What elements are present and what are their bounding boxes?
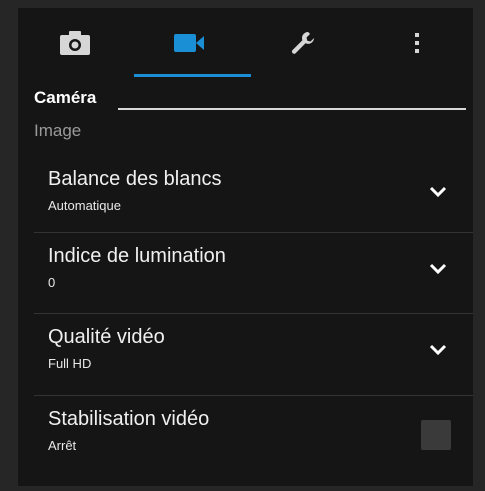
setting-video-stabilization[interactable]: Stabilisation vidéo Arrêt <box>18 396 473 476</box>
chevron-down-icon[interactable] <box>429 263 447 275</box>
stabilization-checkbox[interactable] <box>421 420 451 450</box>
tab-more[interactable] <box>360 8 473 78</box>
tab-photo[interactable] <box>18 8 132 78</box>
tab-settings[interactable] <box>246 8 360 78</box>
screen-frame: Caméra Image Balance des blancs Automati… <box>0 0 485 491</box>
tab-bar <box>18 8 473 78</box>
more-vertical-icon <box>415 33 419 53</box>
active-tab-indicator <box>134 74 251 77</box>
setting-value: 0 <box>48 275 56 290</box>
setting-value: Arrêt <box>48 438 77 453</box>
setting-video-quality[interactable]: Qualité vidéo Full HD <box>18 314 473 394</box>
setting-title: Qualité vidéo <box>48 326 165 348</box>
setting-title: Balance des blancs <box>48 168 222 190</box>
setting-value: Full HD <box>48 356 92 371</box>
tab-video[interactable] <box>132 8 246 78</box>
section-underline <box>118 108 466 110</box>
settings-panel: Caméra Image Balance des blancs Automati… <box>18 8 473 486</box>
setting-value: Automatique <box>48 198 121 213</box>
chevron-down-icon[interactable] <box>429 344 447 356</box>
setting-exposure-index[interactable]: Indice de lumination 0 <box>18 233 473 312</box>
section-title: Caméra <box>34 88 97 107</box>
group-label: Image <box>34 121 82 140</box>
setting-title: Stabilisation vidéo <box>48 408 210 430</box>
camera-icon <box>60 31 90 55</box>
wrench-icon <box>291 31 314 54</box>
chevron-down-icon[interactable] <box>429 186 447 198</box>
setting-white-balance[interactable]: Balance des blancs Automatique <box>18 156 473 232</box>
setting-title: Indice de lumination <box>48 245 226 267</box>
video-camera-icon <box>174 34 204 52</box>
